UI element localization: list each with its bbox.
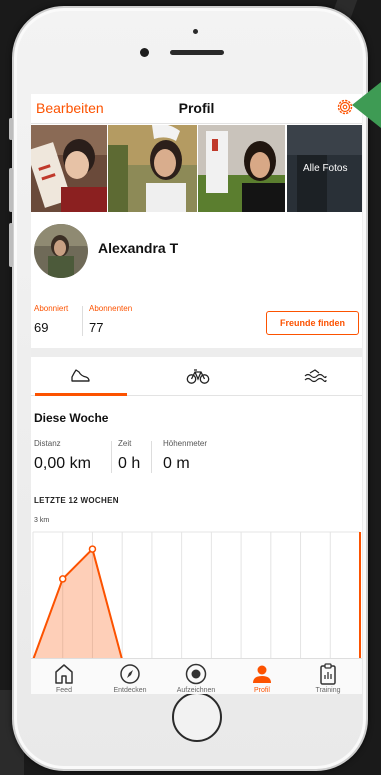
tab-swim[interactable] bbox=[267, 358, 360, 396]
chart-point bbox=[88, 545, 97, 553]
photo-thumbnail[interactable] bbox=[198, 125, 285, 212]
top-bar: Bearbeiten Profil bbox=[31, 94, 362, 124]
metric-divider bbox=[151, 441, 152, 473]
tab-run[interactable] bbox=[33, 358, 127, 396]
compass-icon bbox=[120, 664, 140, 684]
swim-icon bbox=[304, 369, 327, 383]
bottom-navigation: Feed Entdecken Aufzeichnen Profil Traini… bbox=[31, 658, 362, 694]
weekly-distance-chart[interactable] bbox=[31, 530, 362, 660]
volume-down-button bbox=[9, 223, 13, 267]
nav-training[interactable]: Training bbox=[295, 659, 361, 694]
nav-feed[interactable]: Feed bbox=[31, 659, 97, 694]
nav-label: Profil bbox=[254, 687, 270, 694]
profile-name: Alexandra T bbox=[98, 240, 179, 256]
profile-header: Alexandra T bbox=[31, 224, 362, 284]
all-photos-label: Alle Fotos bbox=[303, 163, 348, 174]
nav-record[interactable]: Aufzeichnen bbox=[163, 659, 229, 694]
nav-explore[interactable]: Entdecken bbox=[97, 659, 163, 694]
follow-stats: Abonniert 69 Abonnenten 77 Freunde finde… bbox=[31, 304, 362, 344]
time-value: 0 h bbox=[118, 455, 141, 472]
nav-profile[interactable]: Profil bbox=[229, 659, 295, 694]
photo-strip: Alle Fotos bbox=[31, 125, 362, 212]
chart-point bbox=[58, 575, 67, 583]
tab-ride[interactable] bbox=[150, 358, 243, 396]
avatar[interactable] bbox=[34, 224, 88, 278]
app-screen: Bearbeiten Profil Alle Fotos Alexandra T… bbox=[31, 94, 362, 694]
active-tab-indicator bbox=[35, 393, 127, 396]
stats-divider bbox=[82, 306, 83, 336]
earpiece-speaker bbox=[170, 50, 224, 55]
record-icon bbox=[185, 663, 207, 685]
mute-switch bbox=[9, 118, 13, 140]
nav-label: Aufzeichnen bbox=[176, 687, 216, 694]
home-icon bbox=[55, 664, 73, 684]
nav-label: Training bbox=[315, 687, 341, 694]
bike-icon bbox=[186, 369, 210, 384]
nav-label: Entdecken bbox=[113, 687, 147, 694]
chart-area bbox=[33, 549, 360, 660]
home-button[interactable] bbox=[172, 692, 222, 742]
page-title: Profil bbox=[178, 100, 215, 116]
shoe-icon bbox=[71, 369, 90, 382]
pointer-arrow bbox=[352, 82, 381, 128]
elevation-label: Höhenmeter bbox=[163, 439, 208, 448]
time-label: Zeit bbox=[118, 439, 132, 448]
section-separator bbox=[31, 348, 362, 357]
nav-label: Feed bbox=[56, 687, 72, 694]
followers-count[interactable]: 77 bbox=[89, 320, 103, 335]
find-friends-button[interactable]: Freunde finden bbox=[266, 311, 359, 335]
person-icon bbox=[253, 665, 271, 683]
elevation-value: 0 m bbox=[163, 455, 190, 472]
chart-y-label: 3 km bbox=[34, 517, 50, 524]
volume-up-button bbox=[9, 168, 13, 212]
all-photos-tile[interactable]: Alle Fotos bbox=[287, 125, 362, 212]
photo-thumbnail[interactable] bbox=[108, 125, 197, 212]
metric-divider bbox=[111, 441, 112, 473]
photo-thumbnail[interactable] bbox=[31, 125, 107, 212]
sport-tabs bbox=[31, 358, 362, 396]
proximity-sensor bbox=[193, 29, 198, 34]
following-count[interactable]: 69 bbox=[34, 320, 48, 335]
distance-value: 0,00 km bbox=[34, 455, 91, 472]
chart-title: LETZTE 12 WOCHEN bbox=[34, 496, 119, 505]
clipboard-icon bbox=[320, 663, 336, 685]
front-camera bbox=[140, 48, 149, 57]
followers-label[interactable]: Abonnenten bbox=[89, 304, 132, 313]
week-section-title: Diese Woche bbox=[34, 411, 109, 425]
following-label[interactable]: Abonniert bbox=[34, 304, 68, 313]
distance-label: Distanz bbox=[34, 439, 61, 448]
